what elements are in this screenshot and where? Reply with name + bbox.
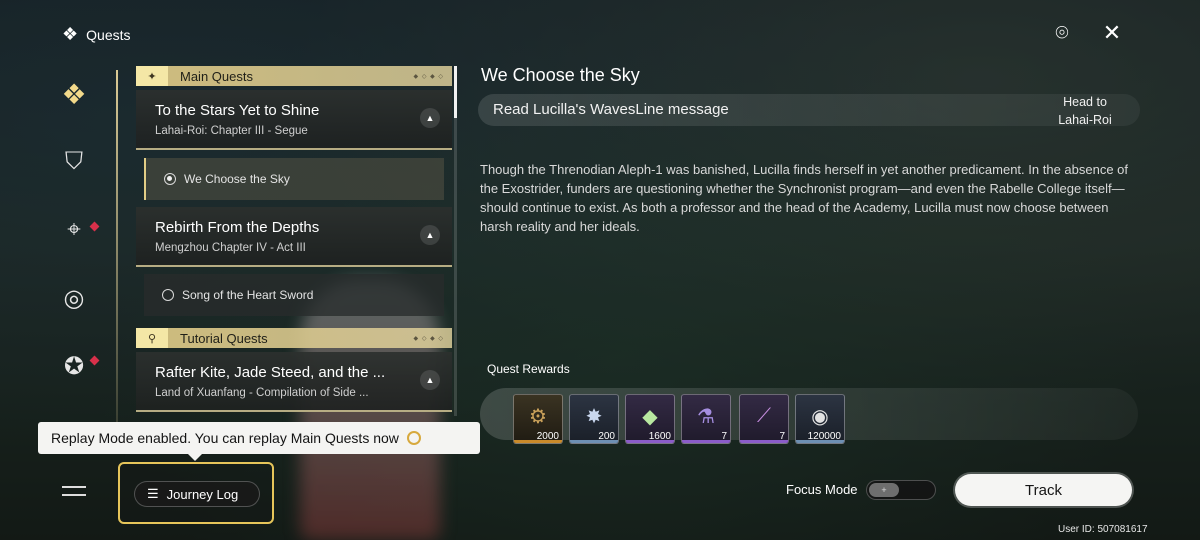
quest-subtitle: Lahai-Roi: Chapter III - Segue xyxy=(155,125,308,137)
close-icon[interactable]: ✕ xyxy=(1099,20,1125,46)
category-header-main: ✦ Main Quests ◆ ◇ ◆ ◇ xyxy=(136,66,452,86)
nav-daily-quests[interactable]: ✪ xyxy=(56,348,92,384)
gear-ring-icon: ⚙ xyxy=(529,405,547,428)
map-pin-icon: ⌖ xyxy=(67,216,81,243)
rarity-strip xyxy=(682,440,730,443)
quest-card-rafter-kite[interactable]: Rafter Kite, Jade Steed, and the ... Lan… xyxy=(136,352,452,412)
toggle-knob-icon: + xyxy=(869,483,899,497)
star-refresh-icon: ✪ xyxy=(63,352,85,380)
rewards-label: Quest Rewards xyxy=(487,362,570,376)
page-title: Quests xyxy=(86,26,131,43)
menu-lines-icon[interactable] xyxy=(62,486,86,496)
reward-item[interactable]: ⚗ 7 xyxy=(681,394,731,444)
quest-list-scrollbar[interactable] xyxy=(454,66,457,416)
silver-coin-icon: ◉ xyxy=(811,405,829,428)
journey-log-label: Journey Log xyxy=(166,486,239,502)
location-pin-icon: ⚲ xyxy=(136,328,168,348)
focus-mode-label: Focus Mode xyxy=(786,482,858,497)
purple-tube-icon: ⟋ xyxy=(757,404,771,427)
nav-side-quests[interactable]: ◎ xyxy=(56,280,92,316)
destination-line-2: Lahai-Roi xyxy=(1058,113,1112,127)
rarity-strip xyxy=(796,440,844,443)
purple-vial-icon: ⚗ xyxy=(697,405,715,428)
header-decoration: ◆ ◇ ◆ ◇ xyxy=(413,335,444,342)
quest-detail-title: We Choose the Sky xyxy=(481,65,640,85)
chevron-up-icon[interactable]: ▲ xyxy=(420,370,440,390)
chevron-up-icon[interactable]: ▲ xyxy=(420,108,440,128)
quest-title: To the Stars Yet to Shine xyxy=(155,102,320,119)
rarity-strip xyxy=(514,440,562,443)
objective-bar: Read Lucilla's WavesLine message Head to… xyxy=(478,93,1140,129)
toast-message: Replay Mode enabled. You can replay Main… xyxy=(51,430,399,446)
quest-subtitle: Land of Xuanfang - Compilation of Side .… xyxy=(155,387,369,399)
rarity-strip xyxy=(626,440,674,443)
journey-log-highlight: ☰ Journey Log xyxy=(118,462,274,524)
target-circle-icon: ◎ xyxy=(63,284,85,312)
sparkle-icon: ✦ xyxy=(136,66,168,86)
quest-description: Though the Threnodian Aleph-1 was banish… xyxy=(480,162,1129,234)
radio-empty-icon xyxy=(162,289,174,301)
journey-log-icon: ☰ xyxy=(147,486,159,501)
track-button[interactable]: Track xyxy=(955,474,1132,506)
reward-item[interactable]: ✸ 200 xyxy=(569,394,619,444)
clock-icon xyxy=(406,431,421,445)
toast-pointer xyxy=(188,454,202,461)
objective-destination: Head to Lahai-Roi xyxy=(1050,93,1120,129)
shield-star-icon: ⛉ xyxy=(65,148,83,175)
sub-quest-song-of-the-heart-sword[interactable]: Song of the Heart Sword xyxy=(144,274,444,316)
user-id: User ID: 507081617 xyxy=(1058,524,1148,535)
rarity-strip xyxy=(570,440,618,443)
sub-quest-we-choose-the-sky[interactable]: We Choose the Sky xyxy=(144,158,444,200)
objective-text: Read Lucilla's WavesLine message xyxy=(493,101,729,118)
sub-quest-label: We Choose the Sky xyxy=(184,172,290,186)
focus-mode-toggle[interactable]: + xyxy=(866,480,936,500)
rarity-strip xyxy=(740,440,788,443)
scrollbar-thumb[interactable] xyxy=(454,66,457,118)
reward-item[interactable]: ⟋ 7 xyxy=(739,394,789,444)
reward-item[interactable]: ◉ 120000 xyxy=(795,394,845,444)
quest-title: Rafter Kite, Jade Steed, and the ... xyxy=(155,364,386,381)
nav-track-line xyxy=(116,70,118,430)
chevron-up-icon[interactable]: ▲ xyxy=(420,225,440,245)
star-crystal-icon: ✸ xyxy=(585,405,603,428)
quest-card-rebirth[interactable]: Rebirth From the Depths Mengzhou Chapter… xyxy=(136,207,452,267)
sub-quest-label: Song of the Heart Sword xyxy=(182,288,314,302)
radio-selected-icon xyxy=(164,173,176,185)
nav-main-quests[interactable]: ❖ xyxy=(56,76,92,112)
quest-card-to-the-stars[interactable]: To the Stars Yet to Shine Lahai-Roi: Cha… xyxy=(136,90,452,150)
header-decoration: ◆ ◇ ◆ ◇ xyxy=(413,73,444,80)
green-crystal-icon: ◆ xyxy=(642,405,658,428)
compass-icon[interactable]: ⌾ xyxy=(1049,20,1075,46)
quest-subtitle: Mengzhou Chapter IV - Act III xyxy=(155,242,306,254)
reward-item[interactable]: ⚙ 2000 xyxy=(513,394,563,444)
category-header-tutorial: ⚲ Tutorial Quests ◆ ◇ ◆ ◇ xyxy=(136,328,452,348)
quests-diamond-icon: ❖ xyxy=(61,78,87,110)
destination-line-1: Head to xyxy=(1063,95,1107,109)
category-label: Main Quests xyxy=(180,68,253,84)
nav-companion-quests[interactable]: ⛉ xyxy=(56,144,92,180)
quest-list: ✦ Main Quests ◆ ◇ ◆ ◇ To the Stars Yet t… xyxy=(136,66,456,416)
page-header: ❖ Quests xyxy=(62,24,131,45)
replay-mode-toast: Replay Mode enabled. You can replay Main… xyxy=(38,422,480,454)
journey-log-button[interactable]: ☰ Journey Log xyxy=(134,481,260,507)
nav-exploration-quests[interactable]: ⌖ xyxy=(56,212,92,248)
quests-diamond-icon: ❖ xyxy=(62,24,79,44)
category-label: Tutorial Quests xyxy=(180,330,268,346)
quest-title: Rebirth From the Depths xyxy=(155,219,320,236)
reward-item[interactable]: ◆ 1600 xyxy=(625,394,675,444)
